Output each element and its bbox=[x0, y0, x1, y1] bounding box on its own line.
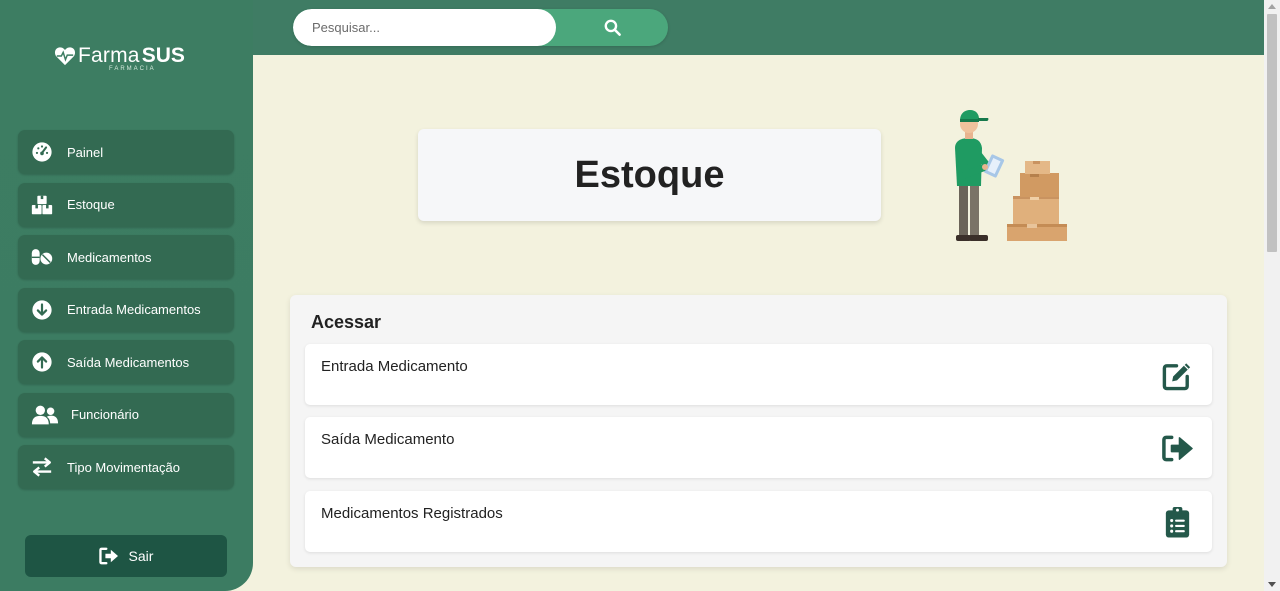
arrow-circle-up-icon bbox=[31, 351, 53, 373]
sidebar-item-label: Painel bbox=[67, 144, 104, 160]
access-item-medicamentos-registrados[interactable]: Medicamentos Registrados bbox=[305, 491, 1212, 552]
sidebar-item-saida-medicamentos[interactable]: Saída Medicamentos bbox=[18, 340, 234, 384]
logout-button[interactable]: Sair bbox=[25, 535, 227, 577]
panel-title: Acessar bbox=[311, 312, 382, 332]
arrow-circle-down-icon bbox=[31, 299, 53, 321]
sidebar-item-label: Funcionário bbox=[71, 407, 139, 422]
sidebar: Farma SUS FARMACIA Painel Estoque Medica… bbox=[0, 0, 253, 591]
sidebar-item-medicamentos[interactable]: Medicamentos bbox=[18, 235, 234, 279]
access-item-label: Medicamentos Registrados bbox=[321, 505, 503, 522]
scroll-up-arrow-icon[interactable] bbox=[1268, 4, 1276, 9]
search-icon bbox=[604, 19, 621, 36]
logo: Farma SUS FARMACIA bbox=[54, 44, 194, 80]
edit-icon bbox=[1162, 363, 1191, 391]
access-panel: Acessar Entrada Medicamento Saída Medica… bbox=[290, 295, 1227, 567]
access-item-label: Saída Medicamento bbox=[321, 431, 455, 448]
sidebar-nav: Painel Estoque Medicamentos Entrada Medi… bbox=[18, 130, 234, 498]
vertical-scrollbar[interactable] bbox=[1264, 0, 1280, 591]
sidebar-item-tipo-movimentacao[interactable]: Tipo Movimentação bbox=[18, 445, 234, 489]
heart-pulse-icon bbox=[54, 47, 76, 66]
sidebar-item-entrada-medicamentos[interactable]: Entrada Medicamentos bbox=[18, 287, 234, 332]
access-item-saida-medicamento[interactable]: Saída Medicamento bbox=[305, 417, 1212, 478]
search-button[interactable] bbox=[556, 9, 668, 46]
gauge-icon bbox=[31, 141, 53, 163]
sidebar-item-painel[interactable]: Painel bbox=[18, 130, 234, 174]
scroll-down-arrow-icon[interactable] bbox=[1268, 582, 1276, 587]
sidebar-item-label: Saída Medicamentos bbox=[67, 354, 190, 370]
sign-out-icon bbox=[1162, 435, 1193, 462]
sign-out-icon bbox=[98, 547, 118, 565]
sidebar-item-estoque[interactable]: Estoque bbox=[18, 182, 234, 227]
search-input[interactable] bbox=[293, 9, 556, 46]
scroll-thumb[interactable] bbox=[1267, 14, 1277, 252]
logout-label: Sair bbox=[128, 548, 154, 564]
boxes-icon bbox=[31, 194, 53, 216]
brand-name: Farma bbox=[78, 44, 140, 67]
exchange-icon bbox=[31, 456, 53, 478]
sidebar-item-label: Entrada Medicamentos bbox=[67, 302, 201, 317]
search-bar bbox=[293, 9, 668, 46]
warehouse-worker-illustration bbox=[955, 110, 1067, 241]
sidebar-item-label: Tipo Movimentação bbox=[67, 459, 180, 475]
page-title-card: Estoque bbox=[418, 129, 881, 221]
access-item-label: Entrada Medicamento bbox=[321, 358, 468, 375]
pills-icon bbox=[31, 246, 53, 268]
access-item-entrada-medicamento[interactable]: Entrada Medicamento bbox=[305, 344, 1212, 405]
page-title: Estoque bbox=[574, 153, 725, 196]
sidebar-item-funcionario[interactable]: Funcionário bbox=[18, 392, 234, 437]
sidebar-item-label: Medicamentos bbox=[67, 249, 152, 265]
sidebar-item-label: Estoque bbox=[67, 197, 115, 212]
clipboard-list-icon bbox=[1165, 506, 1190, 538]
users-icon bbox=[31, 404, 59, 426]
brand-name-bold: SUS bbox=[141, 44, 185, 67]
